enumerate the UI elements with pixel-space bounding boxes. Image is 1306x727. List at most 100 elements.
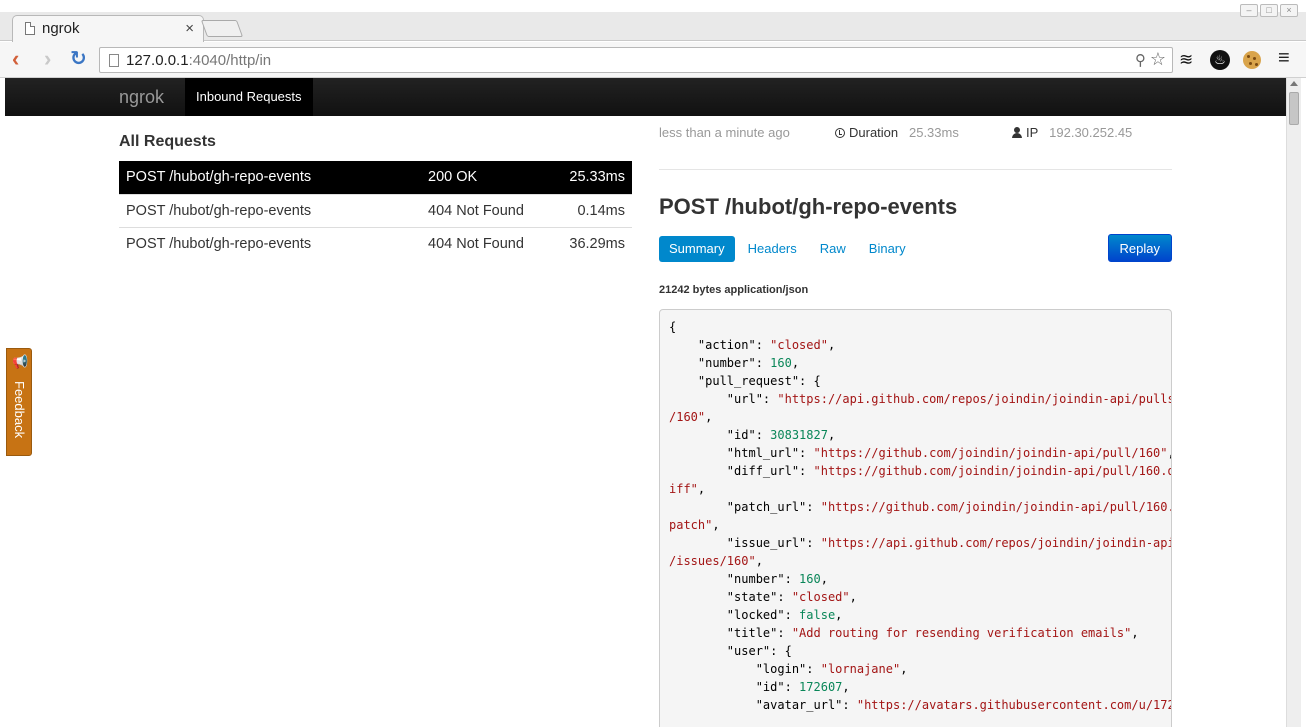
new-tab-button[interactable] bbox=[200, 20, 244, 37]
json-token: "closed" bbox=[791, 590, 850, 604]
tab-summary[interactable]: Summary bbox=[659, 236, 735, 262]
all-requests-title: All Requests bbox=[119, 133, 216, 150]
json-token: , bbox=[842, 680, 850, 694]
json-line: "url": "https://api.github.com/repos/joi… bbox=[669, 390, 1171, 408]
json-token: 160 bbox=[770, 356, 792, 370]
nav-inbound-requests[interactable]: Inbound Requests bbox=[185, 78, 313, 116]
requests-table: POST /hubot/gh-repo-events 200 OK 25.33ms P… bbox=[119, 161, 632, 260]
window-controls: – □ × bbox=[1240, 4, 1298, 17]
json-token: "https://github.com/joindin/joindin-api/… bbox=[820, 500, 1172, 514]
feedback-label: Feedback bbox=[12, 381, 27, 439]
json-token: "user": { bbox=[669, 644, 792, 658]
bookmark-star-icon[interactable]: ☆ bbox=[1150, 49, 1166, 70]
json-line: /issues/160", bbox=[669, 552, 1162, 570]
json-token: "number": bbox=[669, 572, 800, 586]
table-row[interactable]: POST /hubot/gh-repo-events 200 OK 25.33ms bbox=[119, 161, 632, 194]
maximize-icon[interactable]: □ bbox=[1260, 4, 1278, 17]
json-token: "action": bbox=[669, 338, 771, 352]
json-line: "title": "Add routing for resending veri… bbox=[669, 624, 1162, 642]
detail-tabs: Summary Headers Raw Binary bbox=[659, 236, 919, 262]
scroll-thumb[interactable] bbox=[1289, 92, 1299, 125]
scroll-up-icon[interactable] bbox=[1290, 81, 1298, 86]
address-bar[interactable]: 127.0.0.1:4040/http/in ⚲ ☆ bbox=[99, 47, 1173, 73]
request-duration: 0.14ms bbox=[577, 202, 625, 219]
tab-binary[interactable]: Binary bbox=[859, 236, 916, 262]
json-line: /160", bbox=[669, 408, 1162, 426]
json-token: "pull_request": { bbox=[669, 374, 821, 388]
tab-headers[interactable]: Headers bbox=[738, 236, 807, 262]
json-line: "id": 30831827, bbox=[669, 426, 1162, 444]
clock-icon bbox=[835, 128, 845, 138]
table-row[interactable]: POST /hubot/gh-repo-events 404 Not Found 3… bbox=[119, 227, 632, 260]
back-arrow-icon[interactable]: ‹ bbox=[12, 48, 19, 70]
menu-icon[interactable]: ≡ bbox=[1278, 48, 1290, 68]
request-time: less than a minute ago bbox=[659, 125, 790, 140]
json-token: /issues/160" bbox=[669, 554, 756, 568]
request-detail: less than a minute ago Duration 25.33ms … bbox=[659, 116, 1172, 727]
cookie-extension-icon[interactable] bbox=[1243, 51, 1261, 69]
request-path: POST /hubot/gh-repo-events bbox=[126, 202, 312, 219]
json-body[interactable]: { "action": "closed", "number": 160, "pu… bbox=[659, 309, 1172, 727]
body-size-info: 21242 bytes application/json bbox=[659, 284, 809, 296]
layers-extension-icon[interactable]: ≋ bbox=[1179, 51, 1193, 69]
browser-tabstrip: ngrok × – □ × bbox=[0, 0, 1306, 42]
json-line: "number": 160, bbox=[669, 570, 1162, 588]
browser-tab-ngrok[interactable]: ngrok × bbox=[12, 15, 204, 42]
duration-info: Duration 25.33ms bbox=[835, 125, 959, 140]
json-token: /160" bbox=[669, 410, 706, 424]
json-token: "closed" bbox=[770, 338, 828, 352]
brand-logo[interactable]: ngrok bbox=[119, 87, 164, 108]
json-token: "url": bbox=[669, 392, 778, 406]
json-token: "https://github.com/joindin/joindin-api/… bbox=[813, 446, 1168, 460]
json-token: , bbox=[705, 410, 713, 424]
json-line: "html_url": "https://github.com/joindin/… bbox=[669, 444, 1171, 462]
json-line: patch", bbox=[669, 516, 1162, 534]
search-icon[interactable]: ⚲ bbox=[1135, 51, 1146, 69]
request-path: POST /hubot/gh-repo-events bbox=[126, 169, 312, 186]
forward-arrow-icon[interactable]: › bbox=[44, 48, 51, 70]
minimize-icon[interactable]: – bbox=[1240, 4, 1258, 17]
fire-extension-icon[interactable]: ♨ bbox=[1210, 50, 1230, 70]
replay-button[interactable]: Replay bbox=[1107, 234, 1172, 262]
megaphone-icon: 📢 bbox=[12, 354, 29, 369]
tab-close-icon[interactable]: × bbox=[185, 20, 194, 37]
url-text[interactable]: 127.0.0.1:4040/http/in bbox=[126, 52, 271, 69]
json-token: "id": bbox=[669, 680, 800, 694]
json-token: "login": bbox=[669, 662, 821, 676]
request-status: 404 Not Found bbox=[428, 235, 524, 252]
json-token: 160 bbox=[799, 572, 821, 586]
json-line: "id": 172607, bbox=[669, 678, 1162, 696]
request-heading: POST /hubot/gh-repo-events bbox=[659, 194, 958, 219]
page-info-icon[interactable] bbox=[109, 54, 119, 67]
json-token: "lornajane" bbox=[820, 662, 901, 676]
table-row[interactable]: POST /hubot/gh-repo-events 404 Not Found 0… bbox=[119, 194, 632, 227]
json-token: , bbox=[827, 338, 836, 352]
tab-raw[interactable]: Raw bbox=[810, 236, 856, 262]
json-token: "diff_url": bbox=[669, 464, 814, 478]
json-token: "locked": bbox=[669, 608, 800, 622]
json-token: "https://github.com/joindin/joindin-api/… bbox=[813, 464, 1172, 478]
json-line: "state": "closed", bbox=[669, 588, 1162, 606]
page-content: ngrok Inbound Requests All Requests POST… bbox=[5, 78, 1286, 727]
json-token: false bbox=[799, 608, 836, 622]
json-token: "title": bbox=[669, 626, 792, 640]
json-token: "patch_url": bbox=[669, 500, 821, 514]
json-token: iff" bbox=[669, 482, 698, 496]
json-token: "https://avatars.githubusercontent.com/u… bbox=[856, 698, 1172, 712]
json-line: iff", bbox=[669, 480, 1162, 498]
ip-label: IP bbox=[1026, 125, 1039, 140]
json-token: , bbox=[827, 428, 836, 442]
json-line: "number": 160, bbox=[669, 354, 1162, 372]
json-token: "state": bbox=[669, 590, 792, 604]
duration-value: 25.33ms bbox=[908, 125, 959, 140]
json-token: , bbox=[835, 608, 843, 622]
page-scrollbar[interactable] bbox=[1286, 78, 1301, 727]
ip-value: 192.30.252.45 bbox=[1049, 125, 1133, 140]
json-token: , bbox=[820, 572, 828, 586]
reload-icon[interactable]: ↻ bbox=[70, 48, 87, 70]
json-token: , bbox=[1131, 626, 1139, 640]
request-path: POST /hubot/gh-repo-events bbox=[126, 235, 312, 252]
user-icon bbox=[1012, 127, 1022, 138]
feedback-tab[interactable]: 📢 Feedback bbox=[6, 348, 32, 456]
close-window-icon[interactable]: × bbox=[1280, 4, 1298, 17]
